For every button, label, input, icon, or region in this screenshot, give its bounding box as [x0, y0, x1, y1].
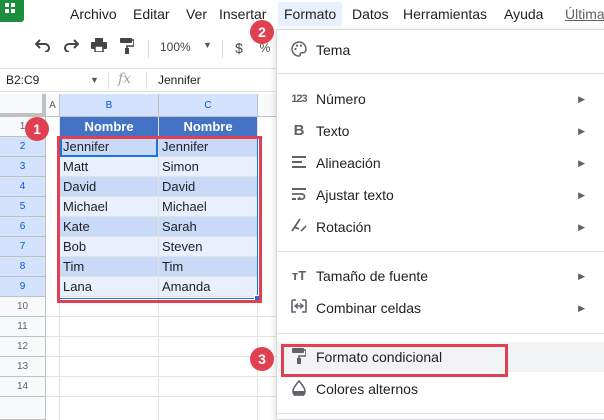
menu-formato[interactable]: Formato [278, 2, 343, 26]
row-header[interactable]: 3 [0, 157, 46, 177]
number-format-icon: 123 [291, 93, 307, 105]
alternating-colors-icon [289, 379, 309, 398]
menu-divider [277, 251, 604, 252]
menu-item-combinar-celdas[interactable]: Combinar celdas ▶ [277, 293, 604, 323]
menu-bar: Archivo Editar Ver Insertar Formato Dato… [0, 0, 604, 28]
menu-item-label: Tamaño de fuente [316, 268, 429, 284]
redo-icon[interactable] [61, 38, 81, 58]
menu-item-label: Tema [316, 42, 351, 58]
step-badge: 1 [25, 117, 49, 141]
gridline [46, 356, 280, 357]
fx-icon: fx [118, 71, 132, 87]
sheet-grid: A B C 1 2 3 4 5 6 7 8 9 10 11 12 13 14 N… [0, 94, 280, 420]
header-cell-b1[interactable]: Nombre [60, 117, 159, 137]
gridline [46, 396, 280, 397]
row-header[interactable]: 9 [0, 277, 46, 297]
menu-item-rotacion[interactable]: Rotación ▶ [277, 212, 604, 242]
row-header[interactable]: 12 [0, 337, 46, 357]
zoom-select[interactable]: 100% [160, 40, 191, 54]
menu-item-label: Alineación [316, 155, 381, 171]
undo-icon[interactable] [33, 38, 53, 58]
font-size-icon: тT [291, 268, 307, 283]
row-header[interactable]: 11 [0, 317, 46, 337]
zoom-caret-icon[interactable]: ▼ [203, 40, 212, 50]
menu-datos[interactable]: Datos [352, 5, 389, 23]
row-header[interactable]: 8 [0, 257, 46, 277]
submenu-arrow-icon: ▶ [578, 190, 585, 200]
menu-item-tema[interactable]: Tema [277, 35, 604, 65]
row-header[interactable]: 13 [0, 357, 46, 377]
submenu-arrow-icon: ▶ [578, 271, 585, 281]
menu-herramientas[interactable]: Herramientas [403, 5, 487, 23]
step-badge: 3 [250, 347, 274, 371]
paint-format-icon[interactable] [117, 38, 137, 58]
column-header-c[interactable]: C [159, 94, 258, 117]
menu-item-label: Rotación [316, 219, 372, 235]
range-highlight-box [57, 136, 262, 303]
name-box[interactable]: B2:C9 [6, 73, 39, 87]
formula-divider [108, 72, 109, 89]
menu-item-label: Texto [316, 123, 350, 139]
align-icon [289, 154, 309, 172]
row-header[interactable] [0, 397, 46, 420]
last-edit-link[interactable]: Última [565, 5, 604, 23]
submenu-arrow-icon: ▶ [578, 94, 585, 104]
menu-divider [277, 413, 604, 414]
row-header[interactable]: 6 [0, 217, 46, 237]
gridline [46, 336, 280, 337]
menu-item-ajustar-texto[interactable]: Ajustar texto ▶ [277, 180, 604, 210]
format-menu: Tema 123 Número ▶ B Texto ▶ Alineación ▶… [276, 29, 604, 420]
rotation-icon [289, 218, 309, 236]
menu-divider [277, 73, 604, 74]
row-header[interactable]: 5 [0, 197, 46, 217]
row-header[interactable]: 4 [0, 177, 46, 197]
gridline [46, 376, 280, 377]
merge-cells-icon [289, 299, 309, 317]
menu-item-colores-alternos[interactable]: Colores alternos [277, 374, 604, 404]
column-header-a[interactable]: A [46, 94, 60, 117]
menu-ayuda[interactable]: Ayuda [504, 5, 543, 23]
submenu-arrow-icon: ▶ [578, 303, 585, 313]
palette-icon [289, 41, 309, 59]
print-icon[interactable] [89, 38, 109, 58]
menu-item-tamano-fuente[interactable]: тT Tamaño de fuente ▶ [277, 261, 604, 291]
row-header[interactable]: 14 [0, 377, 46, 397]
toolbar-divider [148, 40, 149, 58]
menu-ver[interactable]: Ver [186, 5, 207, 23]
currency-button[interactable]: $ [229, 38, 249, 58]
step-badge: 2 [250, 20, 274, 44]
menu-editar[interactable]: Editar [133, 5, 170, 23]
submenu-arrow-icon: ▶ [578, 158, 585, 168]
menu-item-label: Combinar celdas [316, 300, 422, 316]
wrap-text-icon [289, 186, 309, 204]
bold-icon: B [293, 122, 305, 139]
formula-divider [146, 72, 147, 89]
toolbar-divider [222, 40, 223, 58]
menu-highlight-box [281, 344, 508, 377]
column-header-b[interactable]: B [60, 94, 159, 117]
select-all-corner[interactable] [0, 94, 46, 117]
menu-item-numero[interactable]: 123 Número ▶ [277, 84, 604, 114]
menu-item-alineacion[interactable]: Alineación ▶ [277, 148, 604, 178]
gridline [46, 316, 280, 317]
header-cell-c1[interactable]: Nombre [159, 117, 258, 137]
menu-item-label: Colores alternos [316, 381, 418, 397]
name-box-caret-icon[interactable]: ▼ [90, 75, 99, 85]
formula-input[interactable]: Jennifer [158, 73, 201, 87]
row-header[interactable]: 10 [0, 297, 46, 317]
menu-item-texto[interactable]: B Texto ▶ [277, 116, 604, 146]
menu-archivo[interactable]: Archivo [70, 5, 117, 23]
menu-divider [277, 333, 604, 334]
menu-item-label: Número [316, 91, 366, 107]
row-header[interactable]: 7 [0, 237, 46, 257]
menu-item-label: Ajustar texto [316, 187, 394, 203]
submenu-arrow-icon: ▶ [578, 222, 585, 232]
submenu-arrow-icon: ▶ [578, 126, 585, 136]
sheets-logo-icon[interactable] [0, 0, 24, 22]
